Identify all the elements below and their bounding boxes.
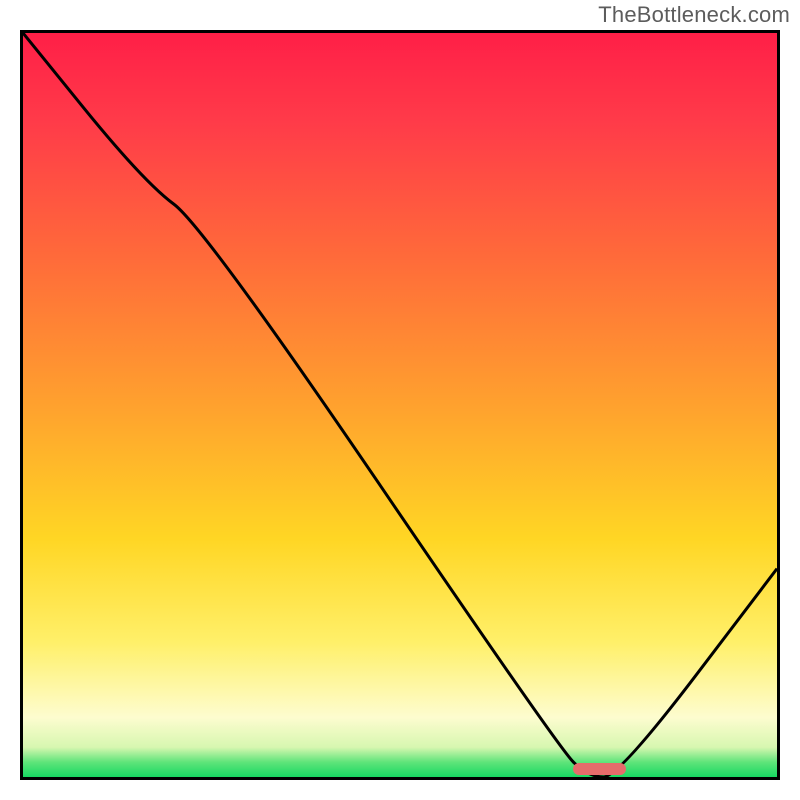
optimal-range-marker	[573, 763, 626, 775]
bottleneck-line	[23, 33, 777, 777]
chart-curve	[23, 33, 777, 777]
chart-frame	[20, 30, 780, 780]
watermark-text: TheBottleneck.com	[598, 2, 790, 28]
